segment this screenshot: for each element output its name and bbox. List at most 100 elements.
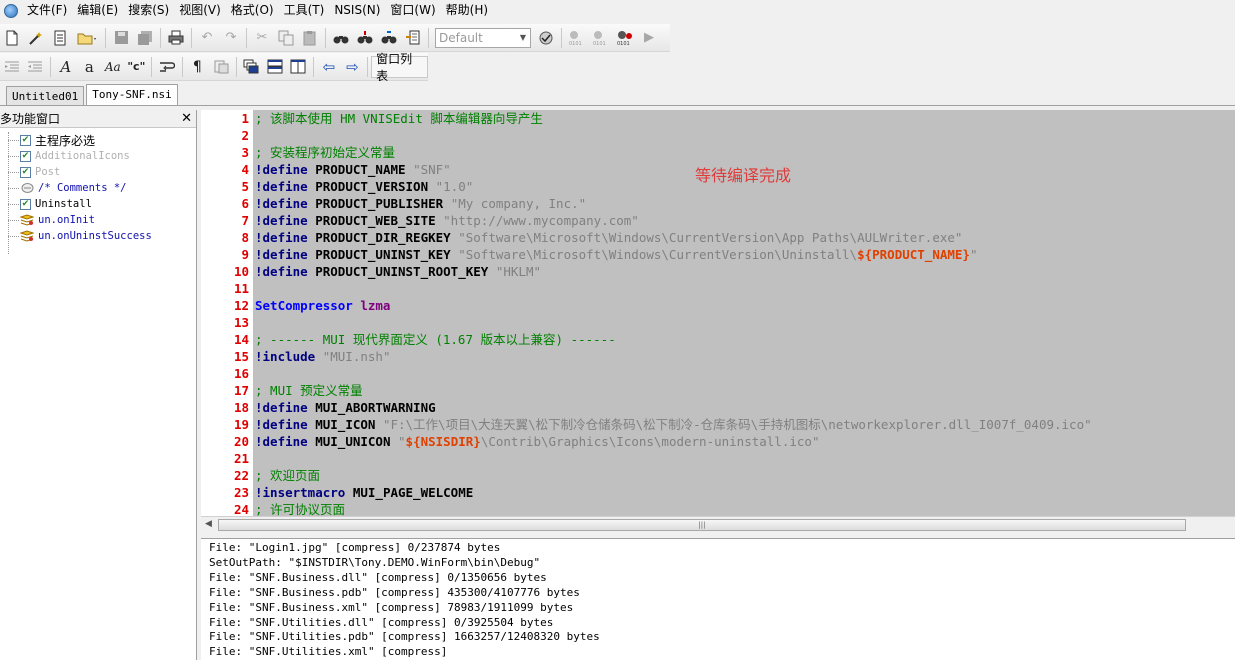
goto-line-icon[interactable] — [402, 27, 424, 49]
find-icon[interactable] — [330, 27, 352, 49]
checkbox-checked-icon[interactable]: ✔ — [20, 198, 31, 210]
menu-window[interactable]: 窗口(W) — [385, 0, 440, 21]
code-line[interactable]: 12 SetCompressor lzma — [201, 297, 1235, 314]
scrollbar-thumb[interactable]: ||| — [218, 519, 1186, 531]
tile-horizontal-icon[interactable] — [264, 56, 286, 78]
compile-run-icon[interactable]: 0101 — [590, 27, 612, 49]
code-line[interactable]: 19 !define MUI_ICON "F:\工作\项目\大连天翼\松下制冷仓储… — [201, 416, 1235, 433]
cut-icon[interactable]: ✂ — [251, 27, 273, 49]
menu-view[interactable]: 视图(V) — [174, 0, 226, 21]
redo-icon[interactable]: ↷ — [220, 27, 242, 49]
scroll-left-arrow-icon[interactable]: ◀ — [205, 519, 212, 529]
previous-window-icon[interactable]: ⇦ — [318, 56, 340, 78]
show-whitespace-icon[interactable]: ¶ — [187, 56, 209, 78]
tree-item-un-onuninstsuccess[interactable]: un.onUninstSuccess — [0, 228, 196, 244]
save-all-icon[interactable] — [134, 27, 156, 49]
tab-tony-snf-nsi[interactable]: Tony-SNF.nsi — [86, 84, 178, 105]
menu-file[interactable]: 文件(F) — [22, 0, 72, 21]
code-line[interactable]: 6 !define PRODUCT_PUBLISHER "My company, … — [201, 195, 1235, 212]
code-text: !define PRODUCT_UNINST_KEY "Software\Mic… — [255, 246, 978, 263]
code-line[interactable]: 20 !define MUI_UNICON "${NSISDIR}\Contrib… — [201, 433, 1235, 450]
code-token: MUI_ABORTWARNING — [315, 400, 436, 415]
indent-icon[interactable] — [1, 56, 23, 78]
code-line[interactable]: 2 — [201, 127, 1235, 144]
tree-item-main[interactable]: ✔ 主程序必选 — [0, 132, 196, 148]
code-text: ; MUI 预定义常量 — [255, 382, 363, 399]
line-number: 13 — [233, 315, 249, 330]
print-icon[interactable] — [165, 27, 187, 49]
style-combo[interactable]: Default ▼ — [435, 27, 531, 48]
menu-edit[interactable]: 编辑(E) — [72, 0, 123, 21]
next-window-icon[interactable]: ⇨ — [342, 56, 364, 78]
checkbox-checked-icon[interactable]: ✔ — [20, 166, 31, 178]
checkbox-checked-icon[interactable]: ✔ — [20, 150, 31, 162]
menu-search[interactable]: 搜索(S) — [123, 0, 174, 21]
code-line[interactable]: 22 ; 欢迎页面 — [201, 467, 1235, 484]
checkbox-checked-icon[interactable]: ✔ — [20, 134, 31, 146]
tree-item-additional-icons[interactable]: ✔ AdditionalIcons — [0, 148, 196, 164]
code-text: SetCompressor lzma — [255, 297, 390, 314]
syntax-check-icon[interactable] — [535, 27, 557, 49]
code-token: " — [398, 434, 406, 449]
wizard-icon[interactable] — [25, 27, 47, 49]
capitalize-icon[interactable]: Aa — [102, 56, 124, 78]
lowercase-icon[interactable]: a — [79, 56, 101, 78]
tile-vertical-icon[interactable] — [288, 56, 310, 78]
tree-item-label: 主程序必选 — [35, 133, 96, 148]
outdent-icon[interactable] — [25, 56, 47, 78]
code-line[interactable]: 17 ; MUI 预定义常量 — [201, 382, 1235, 399]
paste-icon[interactable] — [299, 27, 321, 49]
save-icon[interactable] — [110, 27, 132, 49]
tab-untitled01[interactable]: Untitled01 — [6, 86, 85, 105]
code-text: ; 欢迎页面 — [255, 467, 320, 484]
code-token: !define — [255, 162, 316, 177]
quote-icon[interactable]: "c" — [126, 56, 148, 78]
cascade-windows-icon[interactable] — [241, 56, 263, 78]
code-token: !define — [255, 264, 316, 279]
code-token: !define — [255, 400, 316, 415]
code-line[interactable]: 8 !define PRODUCT_DIR_REGKEY "Software\Mi… — [201, 229, 1235, 246]
replace-icon[interactable] — [378, 27, 400, 49]
find-next-icon[interactable] — [354, 27, 376, 49]
line-numbers-icon[interactable] — [210, 56, 232, 78]
open-folder-icon[interactable] — [73, 27, 101, 49]
uppercase-icon[interactable]: A — [55, 56, 77, 78]
tree-item-comments[interactable]: /* Comments */ — [0, 180, 196, 196]
word-wrap-icon[interactable] — [156, 56, 178, 78]
code-line[interactable]: 3 ; 安装程序初始定义常量 — [201, 144, 1235, 161]
code-line[interactable]: 10 !define PRODUCT_UNINST_ROOT_KEY "HKLM" — [201, 263, 1235, 280]
code-line[interactable]: 14 ; ------ MUI 现代界面定义 (1.67 版本以上兼容) ----… — [201, 331, 1235, 348]
code-line[interactable]: 7 !define PRODUCT_WEB_SITE "http://www.my… — [201, 212, 1235, 229]
horizontal-scrollbar[interactable]: ◀ ||| — [201, 516, 1235, 533]
code-line[interactable]: 21 — [201, 450, 1235, 467]
app-icon[interactable] — [4, 3, 18, 18]
code-line[interactable]: 1 ; 该脚本使用 HM VNISEdit 脚本编辑器向导产生 — [201, 110, 1235, 127]
tree-item-uninstall[interactable]: ✔ Uninstall — [0, 196, 196, 212]
code-line[interactable]: 15 !include "MUI.nsh" — [201, 348, 1235, 365]
code-line[interactable]: 11 — [201, 280, 1235, 297]
code-line[interactable]: 16 — [201, 365, 1235, 382]
compile-icon[interactable]: 0101 — [566, 27, 588, 49]
stop-compile-icon[interactable]: 0101 — [614, 27, 636, 49]
tree-item-post[interactable]: ✔ Post — [0, 164, 196, 180]
new-file-icon[interactable] — [1, 27, 23, 49]
code-line[interactable]: 23 !insertmacro MUI_PAGE_WELCOME — [201, 484, 1235, 501]
compile-output-pane[interactable]: File: "Login1.jpg" [compress] 0/237874 b… — [201, 538, 1235, 660]
code-line[interactable]: 18 !define MUI_ABORTWARNING — [201, 399, 1235, 416]
menu-help[interactable]: 帮助(H) — [441, 0, 493, 21]
copy-icon[interactable] — [275, 27, 297, 49]
code-line[interactable]: 9 !define PRODUCT_UNINST_KEY "Software\Mi… — [201, 246, 1235, 263]
menu-format[interactable]: 格式(O) — [226, 0, 279, 21]
template-icon[interactable] — [49, 27, 71, 49]
undo-icon[interactable]: ↶ — [196, 27, 218, 49]
run-icon[interactable]: ▶ — [638, 27, 660, 49]
menu-nsis[interactable]: NSIS(N) — [329, 0, 385, 21]
menu-tools[interactable]: 工具(T) — [279, 0, 330, 21]
window-list-button[interactable]: 窗口列表 — [371, 52, 429, 83]
code-line[interactable]: 24 ; 许可协议页面 — [201, 501, 1235, 516]
close-icon[interactable]: ✕ — [181, 111, 192, 126]
tree-item-un-oninit[interactable]: un.onInit — [0, 212, 196, 228]
code-text: !define PRODUCT_WEB_SITE "http://www.myc… — [255, 212, 639, 229]
toolbar-separator — [160, 27, 161, 48]
code-line[interactable]: 13 — [201, 314, 1235, 331]
